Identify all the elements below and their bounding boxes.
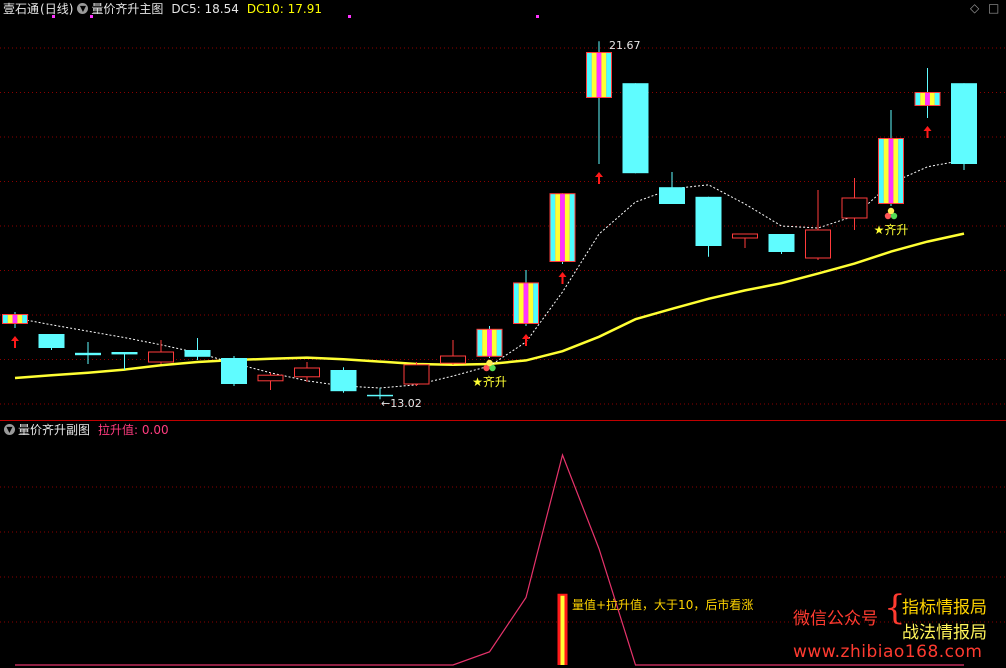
candle-body xyxy=(695,196,722,246)
candle-stripe xyxy=(879,139,884,203)
candle-body xyxy=(148,351,174,363)
up-arrow-icon xyxy=(595,172,603,177)
cluster-ball-icon xyxy=(486,359,493,367)
candle-stripe xyxy=(482,329,488,356)
candle-stripe xyxy=(496,329,502,356)
up-arrow-icon xyxy=(11,336,19,341)
candle-body xyxy=(659,187,685,204)
candle-stripe xyxy=(491,329,497,356)
candle-stripe xyxy=(888,139,894,203)
candle-body xyxy=(403,364,430,385)
candle-body xyxy=(294,367,320,378)
candle-body xyxy=(330,370,357,392)
candle-body xyxy=(841,197,868,219)
candle-body xyxy=(257,374,284,382)
candle-body xyxy=(75,352,101,356)
candle-body xyxy=(732,233,758,239)
candle-stripe xyxy=(17,315,23,323)
candle-stripe xyxy=(934,93,940,105)
candle-stripe xyxy=(564,194,570,261)
candle-body xyxy=(221,358,247,384)
cluster-ball-icon xyxy=(887,207,895,215)
candle-stripe xyxy=(929,93,935,105)
candle-body xyxy=(367,394,393,397)
low-price-label: ←13.02 xyxy=(381,397,422,410)
candle-stripe xyxy=(569,194,575,261)
candle-stripe xyxy=(915,93,921,105)
candle-stripe xyxy=(487,329,492,356)
candle-stripe xyxy=(555,194,561,261)
watermark-name-2: 战法情报局 xyxy=(902,623,987,643)
watermark-name-1: 指标情报局 xyxy=(902,598,987,618)
qisheng-label: ★齐升 xyxy=(472,374,507,389)
candle-body xyxy=(440,355,466,364)
candle-body xyxy=(184,350,211,357)
up-arrow-icon xyxy=(558,272,567,277)
candle-stripe xyxy=(518,283,524,323)
candle-stripe xyxy=(606,53,611,97)
header-tick-mark xyxy=(536,15,539,18)
header-tick-mark xyxy=(90,15,93,18)
header-tick-mark xyxy=(348,15,351,18)
candle-body xyxy=(805,229,831,259)
candle-stripe xyxy=(533,283,538,323)
candle-stripe xyxy=(550,194,556,261)
candle-stripe xyxy=(591,53,597,97)
candle-stripe xyxy=(898,139,903,203)
candle-stripe xyxy=(514,283,519,323)
watermark-wechat-label: 微信公众号 xyxy=(793,609,878,629)
candle-stripe xyxy=(523,283,529,323)
candle-stripe xyxy=(920,93,926,105)
candle-stripe xyxy=(587,53,592,97)
candle-stripe xyxy=(596,53,602,97)
candle-stripe xyxy=(3,315,8,323)
header-tick-mark xyxy=(52,15,55,18)
candle-stripe xyxy=(22,315,27,323)
candle-stripe xyxy=(7,315,13,323)
up-arrow-icon xyxy=(923,126,932,131)
candle-stripe xyxy=(883,139,889,203)
up-arrow-icon xyxy=(522,334,530,339)
high-price-label: 21.67 xyxy=(609,39,641,52)
lift-value-line xyxy=(15,453,964,666)
candle-stripe xyxy=(601,53,607,97)
candle-body xyxy=(768,234,795,252)
qisheng-label: ★齐升 xyxy=(874,222,909,237)
candle-body xyxy=(622,83,649,174)
candle-stripe xyxy=(12,315,18,323)
kline-chart: ★齐升 21.67 ★齐升 ←13.02 xyxy=(0,15,1006,666)
candle-stripe xyxy=(925,93,930,105)
candle-stripe xyxy=(893,139,899,203)
watermark-url: www.zhibiao168.com xyxy=(793,642,983,662)
lift-bar-stripe xyxy=(560,595,565,665)
candle-stripe xyxy=(528,283,534,323)
candle-body xyxy=(111,352,138,355)
candle-body xyxy=(38,334,65,348)
candle-stripe xyxy=(477,329,483,356)
sub-chart-note: 量值+拉升值，大于10，后市看涨 xyxy=(572,598,754,612)
candle-stripe xyxy=(560,194,565,261)
candle-body xyxy=(951,83,977,164)
